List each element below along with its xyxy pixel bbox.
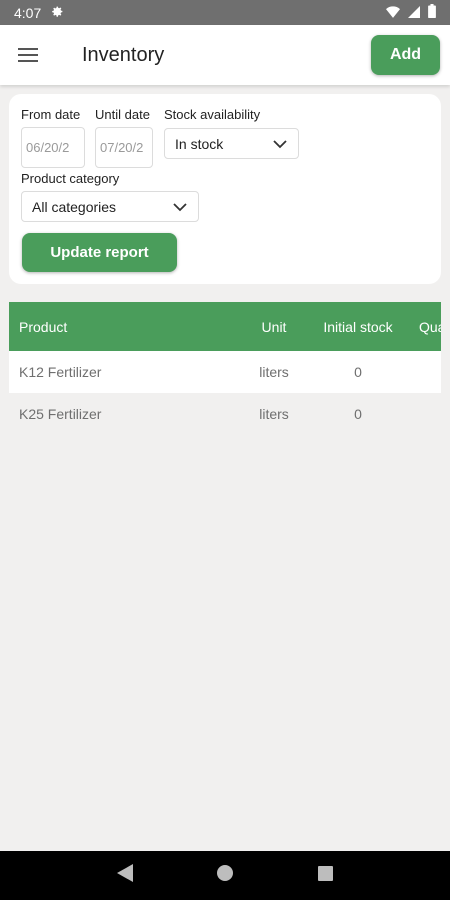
table-row[interactable]: K12 Fertilizer liters 0 [9,351,441,393]
app-bar: Inventory Add [0,25,450,85]
home-icon[interactable] [217,865,234,886]
table-row[interactable]: K25 Fertilizer liters 0 [9,393,441,435]
initial-stock-cell: 0 [354,364,362,380]
initial-stock-cell: 0 [354,406,362,422]
unit-cell: liters [259,406,289,422]
header-product: Product [19,318,68,335]
status-bar: 4:07 [0,0,450,25]
filter-card: From date 06/20/2 Until date 07/20/2 Sto… [9,94,441,284]
header-quantity: Qua [419,318,441,335]
header-unit: Unit [261,318,287,335]
table-header: Product Unit Initial stock Qua [9,302,441,351]
product-cell: K25 Fertilizer [19,406,102,422]
until-date-field[interactable]: 07/20/2 [95,127,153,168]
system-nav-bar [0,851,450,900]
product-category-select[interactable]: All categories [21,191,199,222]
unit-cell: liters [259,364,289,380]
until-date-label: Until date [95,107,150,122]
stock-availability-label: Stock availability [164,107,261,122]
back-icon[interactable] [117,864,134,887]
settings-icon [51,5,64,21]
header-initial-stock: Initial stock [323,318,393,335]
from-date-label: From date [21,107,81,122]
product-cell: K12 Fertilizer [19,364,102,380]
wifi-icon [386,5,400,21]
stock-availability-select[interactable]: In stock [164,128,299,159]
product-category-value: All categories [32,198,117,215]
chevron-down-icon [172,199,188,218]
inventory-table: Product Unit Initial stock Qua K12 Ferti… [9,302,441,435]
page-title: Inventory [82,43,165,66]
status-time: 4:07 [14,4,42,21]
battery-icon [428,4,436,21]
stock-availability-value: In stock [175,135,224,152]
chevron-down-icon [272,136,288,155]
add-button[interactable]: Add [371,35,440,75]
hamburger-menu-icon[interactable] [0,25,56,85]
recents-icon[interactable] [317,865,333,886]
product-category-label: Product category [21,171,120,186]
update-report-button[interactable]: Update report [22,233,177,272]
signal-icon [408,5,420,21]
from-date-field[interactable]: 06/20/2 [21,127,85,168]
